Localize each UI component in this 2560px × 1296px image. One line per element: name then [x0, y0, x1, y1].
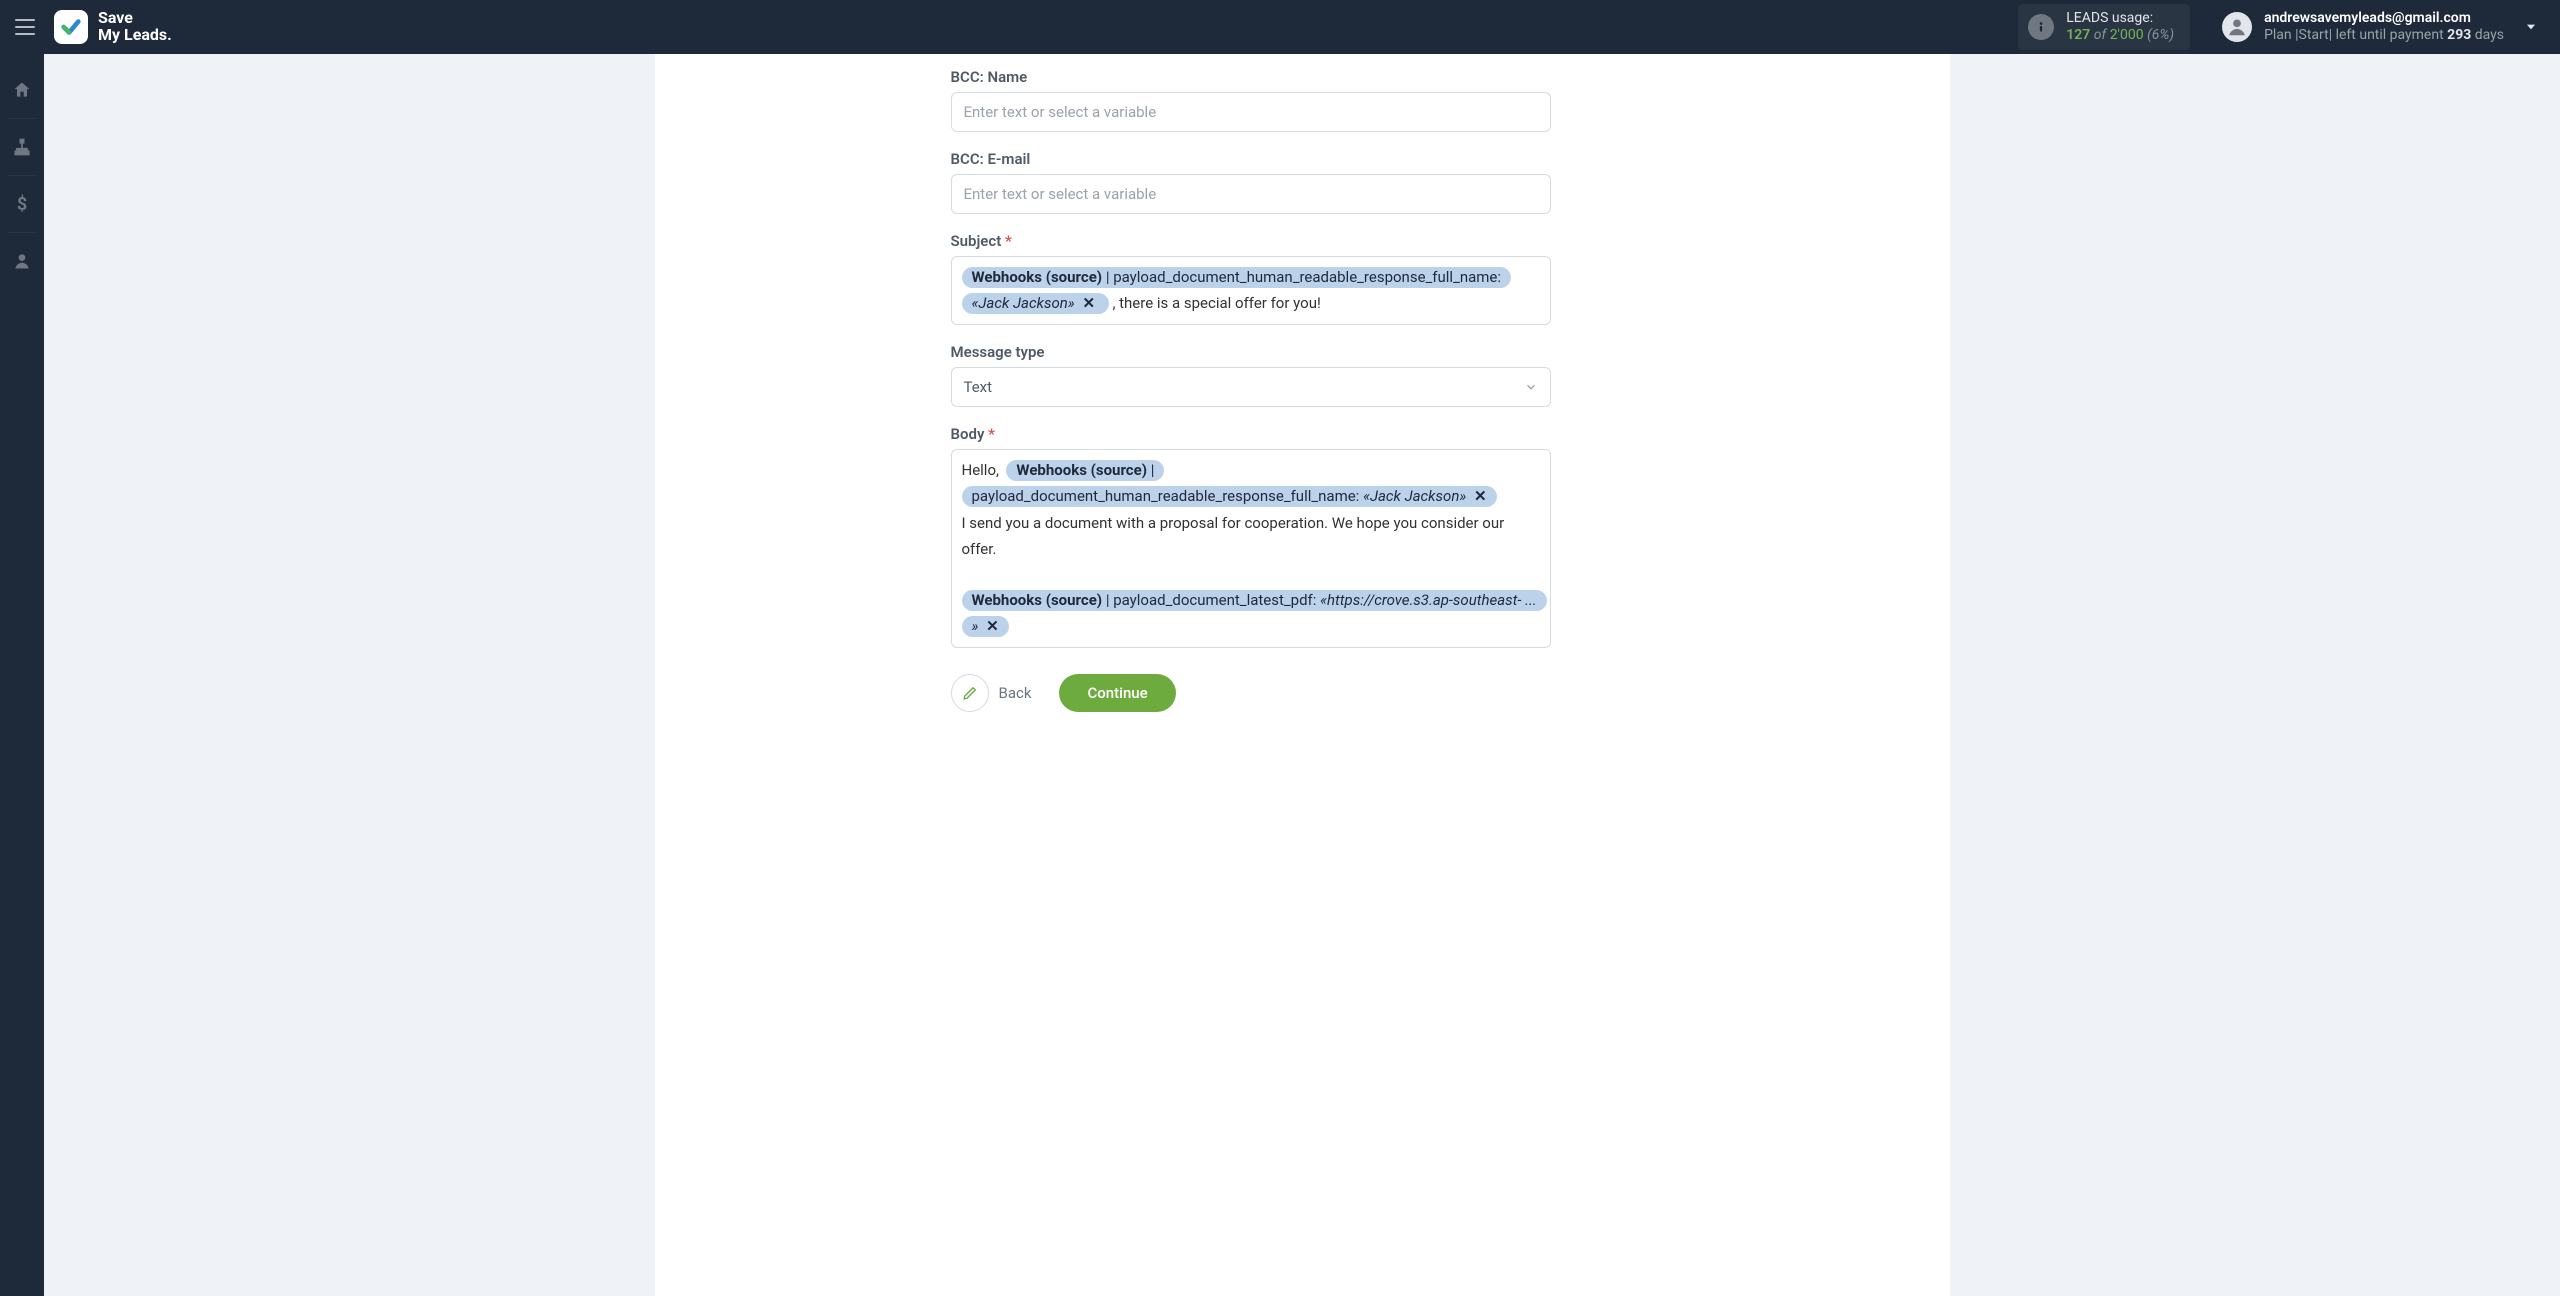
- chevron-down-icon: [1524, 380, 1538, 394]
- label-bcc-name: BCC: Name: [951, 68, 1650, 86]
- group-bcc-email: BCC: E-mail: [951, 150, 1650, 214]
- account-email: andrewsavemyleads@gmail.com: [2264, 10, 2504, 27]
- brand-line2: My Leads.: [98, 27, 172, 44]
- home-icon: [12, 80, 32, 100]
- account-menu[interactable]: andrewsavemyleads@gmail.com Plan |Start|…: [2222, 10, 2538, 44]
- plan-days: 293: [2447, 27, 2471, 43]
- group-message-type: Message type Text: [951, 343, 1650, 407]
- account-text: andrewsavemyleads@gmail.com Plan |Start|…: [2264, 10, 2504, 44]
- hamburger-icon: [15, 19, 35, 35]
- rail-integrations[interactable]: [0, 127, 44, 167]
- dollar-icon: $: [16, 194, 28, 214]
- back-label: Back: [999, 684, 1032, 702]
- left-rail: $: [0, 54, 44, 1296]
- select-value: Text: [964, 378, 993, 396]
- input-bcc-name[interactable]: [951, 92, 1551, 132]
- account-plan: Plan |Start| left until payment 293 days: [2264, 27, 2504, 44]
- plan-days-suffix: days: [2471, 27, 2504, 43]
- usage-label: LEADS usage:: [2066, 10, 2174, 27]
- rail-billing[interactable]: $: [0, 184, 44, 224]
- form-actions: Back Continue: [951, 674, 1650, 712]
- pill-remove-icon[interactable]: ✕: [1082, 291, 1095, 315]
- pill-value: «Jack Jackson»: [1363, 487, 1466, 505]
- usage-used: 127: [2066, 27, 2090, 43]
- continue-button[interactable]: Continue: [1059, 674, 1175, 712]
- logo-mark-icon: [54, 10, 88, 44]
- label-subject: Subject: [951, 232, 1650, 250]
- label-bcc-email: BCC: E-mail: [951, 150, 1650, 168]
- rail-account[interactable]: [0, 241, 44, 281]
- group-body: Body Hello, Webhooks (source) | payload_…: [951, 425, 1650, 648]
- body-line2: I send you a document with a proposal fo…: [962, 514, 1508, 558]
- pill-remove-icon[interactable]: ✕: [1474, 484, 1487, 508]
- info-icon: [2028, 14, 2054, 40]
- variable-pill[interactable]: Webhooks (source) | payload_document_lat…: [962, 590, 1547, 637]
- form-card: BCC: Name BCC: E-mail Subject Webhooks (…: [655, 54, 1950, 1296]
- label-message-type: Message type: [951, 343, 1650, 361]
- back-button[interactable]: Back: [951, 674, 1032, 712]
- usage-text: LEADS usage: 127 of 2'000 (6%): [2066, 10, 2174, 44]
- avatar-icon: [2222, 12, 2252, 42]
- input-bcc-email[interactable]: [951, 174, 1551, 214]
- plan-prefix: Plan |Start| left until payment: [2264, 27, 2447, 43]
- menu-toggle[interactable]: [10, 19, 40, 35]
- input-subject[interactable]: Webhooks (source) | payload_document_hum…: [951, 256, 1551, 325]
- pill-source: Webhooks (source): [1016, 461, 1147, 479]
- pill-source: Webhooks (source): [972, 268, 1103, 286]
- label-body: Body: [951, 425, 1650, 443]
- input-body[interactable]: Hello, Webhooks (source) | payload_docum…: [951, 449, 1551, 648]
- usage-pct: (6%): [2147, 27, 2174, 43]
- usage-of: of: [2094, 27, 2106, 43]
- pill-field: payload_document_human_readable_response…: [972, 487, 1360, 505]
- pencil-icon: [951, 674, 989, 712]
- usage-box[interactable]: LEADS usage: 127 of 2'000 (6%): [2018, 4, 2190, 50]
- svg-text:$: $: [17, 194, 27, 214]
- chevron-down-icon: [2524, 20, 2538, 34]
- select-message-type[interactable]: Text: [951, 367, 1551, 407]
- variable-pill[interactable]: Webhooks (source) | payload_document_hum…: [962, 460, 1497, 507]
- group-bcc-name: BCC: Name: [951, 68, 1650, 132]
- topbar: Save My Leads. LEADS usage: 127 of 2'000…: [0, 0, 2560, 54]
- pill-source: Webhooks (source): [972, 591, 1103, 609]
- brand-logo[interactable]: Save My Leads.: [54, 10, 172, 44]
- rail-home[interactable]: [0, 70, 44, 110]
- pill-remove-icon[interactable]: ✕: [986, 614, 999, 638]
- subject-text: , there is a special offer for you!: [1109, 294, 1321, 312]
- usage-total: 2'000: [2110, 27, 2144, 43]
- body-hello: Hello,: [962, 461, 1003, 479]
- user-icon: [12, 251, 32, 271]
- group-subject: Subject Webhooks (source) | payload_docu…: [951, 232, 1650, 325]
- sitemap-icon: [12, 137, 32, 157]
- brand-name: Save My Leads.: [98, 10, 172, 44]
- pill-field: payload_document_human_readable_response…: [1113, 268, 1501, 286]
- pill-value: «Jack Jackson»: [972, 294, 1075, 312]
- pill-field: payload_document_latest_pdf:: [1113, 591, 1316, 609]
